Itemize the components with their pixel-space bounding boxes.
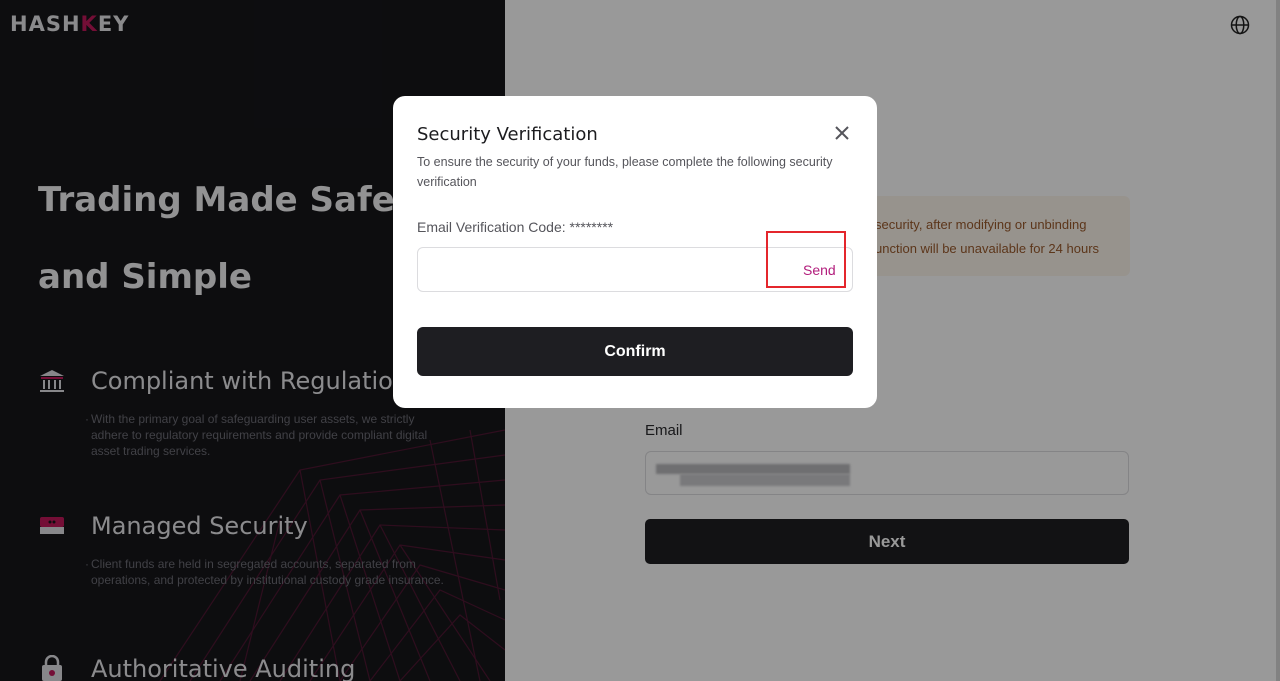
verification-code-input[interactable] xyxy=(417,247,853,292)
send-code-button[interactable]: Send xyxy=(803,262,836,278)
verification-code-label: Email Verification Code: ******** xyxy=(417,219,614,235)
dialog-subtitle: To ensure the security of your funds, pl… xyxy=(417,155,833,189)
close-icon[interactable] xyxy=(833,124,851,142)
dialog-title: Security Verification xyxy=(417,124,598,145)
confirm-button[interactable]: Confirm xyxy=(417,327,853,376)
security-verification-dialog: Security Verification To ensure the secu… xyxy=(393,96,877,408)
